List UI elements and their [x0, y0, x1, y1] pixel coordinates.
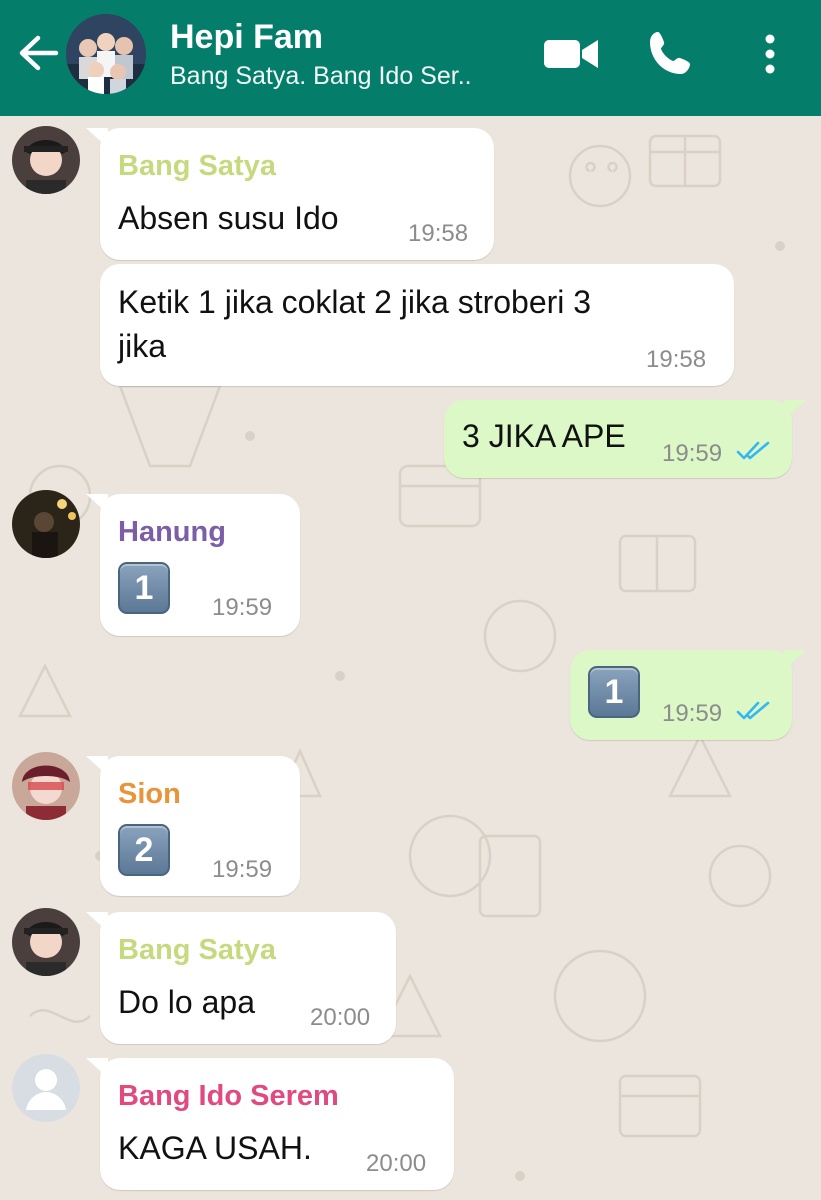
profile-photo — [12, 752, 80, 820]
sender-name: Sion — [118, 778, 181, 810]
message-bubble[interactable]: Bang Ido Serem KAGA USAH. 20:00 — [86, 1058, 454, 1190]
chat-header: Hepi Fam Bang Satya. Bang Ido Ser.. — [0, 0, 821, 116]
more-vert-icon[interactable] — [752, 30, 788, 78]
outgoing-message-bubble[interactable]: 1 19:59 — [570, 650, 806, 740]
keycap-emoji: 2 — [118, 824, 170, 876]
video-call-icon[interactable] — [540, 30, 602, 76]
message-bubble[interactable]: Ketik 1 jika coklat 2 jika stroberi 3 ji… — [100, 264, 734, 386]
message-time: 19:59 — [662, 700, 723, 727]
message-bubble[interactable]: Bang Satya Do lo apa 20:00 — [86, 912, 396, 1044]
chat-title[interactable]: Hepi Fam — [170, 18, 323, 57]
message-text: Do lo apa — [118, 984, 255, 1020]
message-time: 20:00 — [366, 1150, 427, 1177]
message-text: KAGA USAH. — [118, 1130, 312, 1166]
chat-subtitle[interactable]: Bang Satya. Bang Ido Ser.. — [170, 62, 472, 91]
profile-photo — [12, 490, 80, 558]
phone-icon[interactable] — [646, 28, 696, 78]
group-photo — [66, 14, 146, 94]
avatar-bang-satya[interactable] — [12, 126, 80, 194]
bubble-tail — [784, 400, 806, 420]
default-user-icon — [26, 1069, 66, 1110]
sender-name: Hanung — [118, 516, 226, 548]
outgoing-message-bubble[interactable]: 3 JIKA APE 19:59 — [444, 400, 806, 478]
bubble-tail — [86, 756, 108, 776]
bubble-tail — [784, 650, 806, 670]
message-bubble[interactable]: Bang Satya Absen susu Ido 19:58 — [86, 128, 494, 260]
message-time: 19:58 — [646, 346, 707, 373]
avatar-sion[interactable] — [12, 752, 80, 820]
group-avatar[interactable] — [66, 14, 146, 94]
avatar-bang-ido-serem[interactable] — [12, 1054, 80, 1122]
read-receipt-icon — [736, 701, 770, 720]
message-time: 19:59 — [662, 440, 723, 467]
sender-name: Bang Ido Serem — [118, 1080, 339, 1112]
keycap-emoji: 1 — [118, 562, 170, 614]
profile-photo — [12, 908, 80, 976]
bubble-tail — [86, 912, 108, 932]
bubble-tail — [86, 128, 108, 148]
message-time: 19:59 — [212, 594, 273, 621]
message-bubble[interactable]: Hanung 1 19:59 — [86, 494, 300, 636]
avatar-bang-satya[interactable] — [12, 908, 80, 976]
message-bubble[interactable]: Sion 2 19:59 — [86, 756, 300, 896]
message-time: 19:58 — [408, 220, 469, 247]
message-time: 19:59 — [212, 856, 273, 883]
avatar-hanung[interactable] — [12, 490, 80, 558]
bubble-tail — [86, 1058, 108, 1078]
sender-name: Bang Satya — [118, 150, 276, 182]
back-arrow-icon[interactable] — [16, 30, 60, 76]
sender-name: Bang Satya — [118, 934, 276, 966]
message-text-line-1: Ketik 1 jika coklat 2 jika stroberi 3 — [118, 284, 592, 320]
keycap-emoji: 1 — [588, 666, 640, 718]
message-text-line-2: jika — [118, 328, 167, 364]
message-text: Absen susu Ido — [118, 200, 339, 236]
bubble-tail — [86, 494, 108, 514]
profile-photo — [12, 126, 80, 194]
message-time: 20:00 — [310, 1004, 371, 1031]
message-text: 3 JIKA APE — [462, 418, 626, 454]
read-receipt-icon — [736, 441, 770, 460]
